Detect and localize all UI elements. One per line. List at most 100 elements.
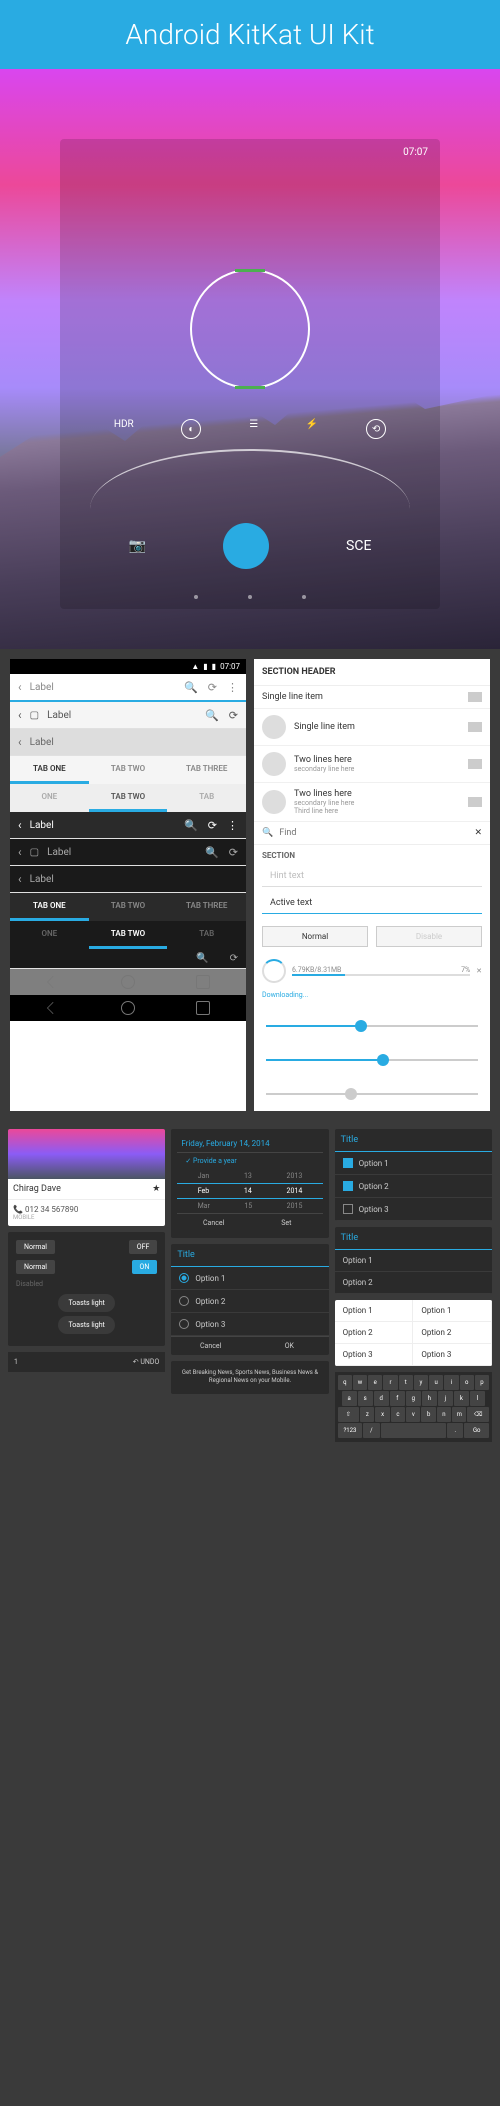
tab-two[interactable]: TAB TWO — [89, 756, 168, 784]
refresh-icon[interactable]: ⟳ — [208, 819, 217, 832]
key[interactable]: t — [399, 1375, 413, 1390]
search-icon[interactable]: 🔍 — [184, 819, 198, 832]
search-icon[interactable]: 🔍 — [184, 681, 198, 694]
tab-one[interactable]: ONE — [10, 784, 89, 812]
key[interactable]: u — [429, 1375, 443, 1390]
set-button[interactable]: Set — [250, 1214, 323, 1232]
menu-item[interactable]: Option 3 — [413, 1344, 492, 1366]
menu-item[interactable]: Option 2 — [335, 1322, 414, 1344]
contact-card[interactable]: Chirag Dave★ 📞 012 34 567890MOBILE — [8, 1129, 165, 1226]
text-input-hint[interactable]: Hint text — [262, 866, 482, 887]
key[interactable]: g — [406, 1391, 421, 1406]
key[interactable]: q — [338, 1375, 352, 1390]
key[interactable]: / — [363, 1423, 379, 1438]
menu-item[interactable]: Option 2 — [413, 1322, 492, 1344]
back-icon[interactable]: ‹ — [18, 872, 22, 886]
key[interactable]: . — [447, 1423, 463, 1438]
close-icon[interactable]: ✕ — [474, 828, 482, 838]
cancel-button[interactable]: Cancel — [177, 1214, 250, 1232]
key[interactable]: m — [452, 1407, 466, 1422]
back-icon[interactable]: ‹ — [18, 708, 22, 722]
key[interactable]: b — [421, 1407, 435, 1422]
checkbox-option[interactable]: Option 2 — [335, 1175, 492, 1198]
back-icon[interactable]: ‹ — [18, 818, 22, 832]
flash-icon[interactable]: ⚡ — [306, 419, 318, 439]
overflow-icon[interactable]: ⋮ — [227, 819, 238, 832]
tab-three[interactable]: TAB — [167, 921, 246, 949]
tab-three[interactable]: TAB THREE — [167, 756, 246, 784]
switch-off[interactable]: OFF — [129, 1240, 158, 1254]
key[interactable]: f — [390, 1391, 405, 1406]
space-key[interactable] — [381, 1423, 446, 1438]
gallery-icon[interactable]: 📷 — [129, 538, 146, 554]
list-item[interactable]: Two lines heresecondary line hereThird l… — [254, 783, 490, 822]
refresh-icon[interactable]: ⟳ — [208, 681, 217, 694]
tab-one[interactable]: TAB ONE — [10, 756, 89, 784]
key[interactable]: n — [437, 1407, 451, 1422]
item-action-icon[interactable] — [468, 692, 482, 702]
refresh-icon[interactable]: ⟳ — [229, 709, 238, 722]
radio-option[interactable]: Option 1 — [171, 1267, 328, 1290]
switch-camera-icon[interactable]: ⟲ — [366, 419, 386, 439]
menu-item[interactable]: Option 1 — [413, 1300, 492, 1322]
key[interactable]: d — [374, 1391, 389, 1406]
tab-two[interactable]: TAB TWO — [89, 784, 168, 812]
shutter-button[interactable] — [223, 523, 269, 569]
radio-option[interactable]: Option 3 — [171, 1313, 328, 1336]
search-icon[interactable]: 🔍 — [205, 709, 219, 722]
key[interactable]: p — [475, 1375, 489, 1390]
nav-back-button[interactable] — [47, 976, 59, 988]
key[interactable]: e — [368, 1375, 382, 1390]
key[interactable]: h — [422, 1391, 437, 1406]
hdr-toggle[interactable]: HDR — [114, 419, 134, 439]
find-input[interactable] — [279, 828, 468, 838]
key[interactable]: w — [353, 1375, 367, 1390]
key[interactable]: k — [454, 1391, 469, 1406]
tab-one[interactable]: ONE — [10, 921, 89, 949]
go-key[interactable]: Go — [464, 1423, 489, 1438]
normal-button[interactable]: Normal — [16, 1260, 55, 1274]
refresh-icon[interactable]: ⟳ — [230, 953, 238, 964]
key[interactable]: z — [360, 1407, 374, 1422]
tab-two[interactable]: TAB TWO — [89, 893, 168, 921]
normal-button[interactable]: Normal — [262, 926, 368, 947]
phone-icon[interactable]: 📞 — [13, 1205, 23, 1214]
cancel-button[interactable]: Cancel — [171, 1337, 250, 1355]
star-icon[interactable]: ★ — [152, 1184, 160, 1194]
nav-back-button[interactable] — [47, 1002, 59, 1014]
focus-ring[interactable] — [190, 269, 310, 389]
search-icon[interactable]: 🔍 — [205, 846, 219, 859]
checkbox-option[interactable]: Option 3 — [335, 1198, 492, 1221]
key[interactable]: y — [414, 1375, 428, 1390]
slider[interactable] — [266, 1025, 478, 1027]
menu-item[interactable]: Option 1 — [335, 1300, 414, 1322]
item-action-icon[interactable] — [468, 759, 482, 769]
tab-two[interactable]: TAB TWO — [89, 921, 168, 949]
settings-sliders-icon[interactable]: ☰ — [249, 419, 258, 439]
scene-mode[interactable]: SCE — [346, 538, 371, 554]
search-icon[interactable]: 🔍 — [196, 953, 208, 964]
switch-on[interactable]: ON — [132, 1260, 158, 1274]
date-selected[interactable]: Feb142014 — [177, 1183, 322, 1199]
normal-button[interactable]: Normal — [16, 1240, 55, 1254]
key[interactable]: o — [460, 1375, 474, 1390]
key[interactable]: i — [444, 1375, 458, 1390]
key[interactable]: x — [375, 1407, 389, 1422]
menu-item[interactable]: Option 3 — [335, 1344, 414, 1366]
ok-button[interactable]: OK — [250, 1337, 329, 1355]
list-item[interactable]: Single line item — [254, 686, 490, 709]
list-item[interactable]: Single line item — [254, 709, 490, 746]
provide-year[interactable]: ✓ Provide a year — [177, 1153, 322, 1169]
overflow-icon[interactable]: ⋮ — [227, 681, 238, 694]
list-option[interactable]: Option 1 — [335, 1250, 492, 1272]
nav-recent-button[interactable] — [196, 975, 210, 989]
undo-button[interactable]: ↶ UNDO — [133, 1358, 160, 1366]
tab-three[interactable]: TAB THREE — [167, 893, 246, 921]
checkbox-option[interactable]: Option 1 — [335, 1152, 492, 1175]
backspace-key[interactable]: ⌫ — [467, 1407, 489, 1422]
key[interactable]: v — [406, 1407, 420, 1422]
tab-three[interactable]: TAB — [167, 784, 246, 812]
list-item[interactable]: Two lines heresecondary line here — [254, 746, 490, 783]
key[interactable]: a — [342, 1391, 357, 1406]
exposure-icon[interactable]: ◐ — [181, 419, 201, 439]
